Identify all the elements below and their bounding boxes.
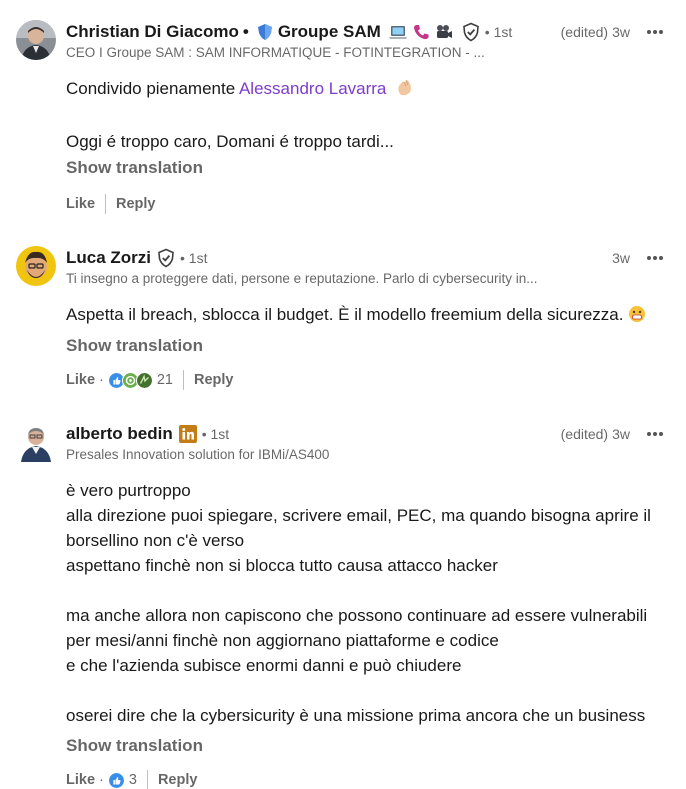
linkedin-premium-icon — [178, 425, 197, 443]
comment-body: Condivido pienamente Alessandro Lavarra … — [66, 76, 672, 154]
comment-actions: Like Reply — [66, 193, 156, 215]
more-icon[interactable] — [644, 21, 666, 43]
like-button[interactable]: Like — [66, 372, 95, 388]
name-bullet: • — [242, 22, 249, 41]
comment-meta: (edited) 3w — [561, 422, 666, 446]
body-line: aspettano finchè non si blocca tutto cau… — [66, 556, 498, 575]
reaction-count: 21 — [156, 372, 173, 388]
phone-icon — [412, 23, 430, 41]
comment-actions: Like · 3 Reply — [66, 769, 197, 789]
body-line: oserei dire che la cybersicurity è una m… — [66, 706, 646, 725]
verified-icon — [462, 22, 480, 42]
author-headline: Ti insegno a proteggere dati, persone e … — [66, 271, 538, 286]
author-name[interactable]: alberto bedin — [66, 424, 173, 444]
show-translation-link[interactable]: Show translation — [66, 158, 203, 178]
action-divider — [146, 770, 148, 789]
comment-header: Luca Zorzi • 1st Ti insegno a proteggere… — [66, 246, 666, 286]
more-icon[interactable] — [644, 423, 666, 445]
author-headline: CEO I Groupe SAM : SAM INFORMATIQUE - FO… — [66, 45, 485, 60]
comment-actions: Like · 21 Reply — [66, 369, 234, 391]
reaction-count: 3 — [128, 772, 137, 788]
avatar[interactable] — [16, 246, 56, 286]
author-name[interactable]: Christian Di Giacomo — [66, 22, 239, 42]
comment-header: alberto bedin • 1st Presales Innovation … — [66, 422, 666, 462]
avatar[interactable] — [16, 20, 56, 60]
like-button[interactable]: Like — [66, 196, 95, 212]
body-text: Condivido pienamente — [66, 79, 236, 98]
reactions-summary[interactable]: 21 — [107, 371, 173, 389]
body-text: Oggi é troppo caro, Domani é troppo tard… — [66, 132, 394, 151]
show-translation-link[interactable]: Show translation — [66, 336, 203, 356]
author-company: Groupe SAM — [277, 22, 381, 41]
like-reaction-icon — [107, 771, 125, 789]
reply-button[interactable]: Reply — [116, 196, 156, 212]
timestamp: 3w — [612, 426, 630, 442]
like-button[interactable]: Like — [66, 772, 95, 788]
timestamp: 3w — [612, 24, 630, 40]
body-line: borsellino non c'è verso — [66, 531, 245, 550]
clap-emoji-icon — [395, 77, 415, 104]
laptop-icon — [388, 24, 408, 40]
comment-meta: (edited) 3w — [561, 20, 666, 44]
action-divider — [183, 370, 184, 390]
verified-icon — [157, 248, 175, 268]
body-line: è vero purtroppo — [66, 481, 191, 500]
body-line — [66, 578, 672, 603]
body-text: Aspetta il breach, sblocca il budget. È … — [66, 305, 624, 324]
author-headline: Presales Innovation solution for IBMi/AS… — [66, 447, 330, 462]
more-icon[interactable] — [644, 247, 666, 269]
show-translation-link[interactable]: Show translation — [66, 736, 203, 756]
avatar[interactable] — [16, 422, 56, 462]
body-line: alla direzione puoi spiegare, scrivere e… — [66, 506, 651, 525]
reply-button[interactable]: Reply — [158, 772, 198, 788]
comment-header: Christian Di Giacomo • Groupe SAM • 1st … — [66, 20, 666, 60]
comment-body: è vero purtroppo alla direzione puoi spi… — [66, 478, 672, 728]
edited-label: (edited) — [560, 24, 609, 40]
comment-christian: Christian Di Giacomo • Groupe SAM • 1st … — [0, 14, 686, 224]
author-name[interactable]: Luca Zorzi — [66, 248, 151, 268]
body-line: ma anche allora non capiscono che posson… — [66, 606, 648, 625]
connection-degree: • 1st — [201, 426, 230, 442]
timestamp: 3w — [612, 250, 630, 266]
reply-button[interactable]: Reply — [194, 372, 234, 388]
grin-emoji-icon — [628, 305, 646, 330]
support-reaction-icon — [135, 371, 153, 389]
connection-degree: • 1st — [484, 24, 513, 40]
body-line — [66, 678, 672, 703]
comment-luca: Luca Zorzi • 1st Ti insegno a proteggere… — [0, 240, 686, 400]
connection-degree: • 1st — [180, 250, 208, 266]
reaction-separator: · — [99, 772, 104, 788]
shield-icon — [257, 23, 273, 41]
comment-alberto: alberto bedin • 1st Presales Innovation … — [0, 416, 686, 789]
body-line: per mesi/anni finchè non aggiornano piat… — [66, 631, 499, 650]
reactions-summary[interactable]: 3 — [107, 771, 137, 789]
action-divider — [105, 194, 107, 214]
comment-meta: 3w — [612, 246, 666, 270]
body-line: e che l'azienda subisce enormi danni e p… — [66, 656, 462, 675]
comments-feed: Christian Di Giacomo • Groupe SAM • 1st … — [0, 0, 686, 789]
mention-link[interactable]: Alessandro Lavarra — [239, 79, 386, 98]
comment-body: Aspetta il breach, sblocca il budget. È … — [66, 302, 672, 330]
edited-label: (edited) — [560, 426, 609, 442]
video-camera-icon — [434, 23, 454, 41]
reaction-separator: · — [99, 372, 104, 388]
